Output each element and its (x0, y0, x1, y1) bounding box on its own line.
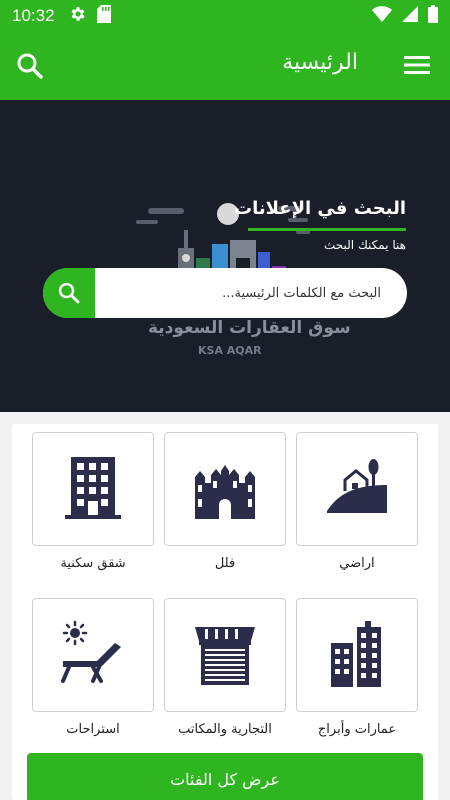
towers-icon (331, 621, 381, 687)
shop-icon (195, 627, 255, 685)
search-submit-button[interactable] (43, 268, 95, 318)
hamburger-menu-icon[interactable] (404, 54, 430, 76)
category-card[interactable] (164, 432, 286, 546)
land-icon (327, 459, 387, 513)
category-card[interactable] (296, 598, 418, 712)
category-card[interactable] (32, 432, 154, 546)
category-label: عمارات وأبراج (317, 722, 397, 737)
status-bar: 10:32 (0, 0, 450, 32)
category-label: فلل (214, 556, 236, 571)
wifi-icon (372, 6, 392, 26)
category-towers[interactable]: عمارات وأبراج (296, 598, 418, 737)
category-villas[interactable]: فلل (164, 432, 286, 571)
lounge-chair-icon (61, 620, 121, 683)
search-icon[interactable] (14, 50, 46, 82)
categories-panel: اراضي فلل شقق سكنية عمارات وأبراج التجار… (12, 424, 438, 800)
category-card[interactable] (164, 598, 286, 712)
battery-icon (428, 5, 438, 27)
category-label: اراضي (339, 556, 375, 571)
category-land[interactable]: اراضي (296, 432, 418, 571)
category-commercial[interactable]: التجارية والمكاتب (164, 598, 286, 737)
villa-icon (195, 465, 255, 519)
gear-icon (69, 5, 87, 27)
apartment-building-icon (65, 457, 121, 519)
search-input[interactable] (95, 268, 407, 318)
category-apartments[interactable]: شقق سكنية (32, 432, 154, 571)
category-card[interactable] (32, 598, 154, 712)
category-label: شقق سكنية (60, 556, 126, 571)
hero-title: البحث في الإعلانات (234, 198, 406, 219)
search-icon (58, 282, 80, 304)
category-label: التجارية والمكاتب (178, 722, 272, 737)
hero-subtitle: هنا يمكنك البحث (323, 238, 406, 252)
category-rest-houses[interactable]: استراحات (32, 598, 154, 737)
brand-name-arabic: سوق العقارات السعودية (148, 318, 351, 338)
search-bar (43, 268, 407, 318)
status-time: 10:32 (12, 6, 55, 25)
hero-title-underline (248, 228, 406, 231)
page-title: الرئيسية (282, 50, 358, 75)
hero-banner: البحث في الإعلانات هنا يمكنك البحث سوق ا… (0, 100, 450, 412)
app-bar: الرئيسية (0, 32, 450, 100)
signal-icon (402, 6, 418, 26)
brand-name-english: KSA AQAR (198, 344, 262, 357)
show-all-categories-button[interactable]: عرض كل الفئات (27, 753, 423, 800)
category-card[interactable] (296, 432, 418, 546)
sd-card-icon (96, 5, 111, 27)
category-label: استراحات (66, 722, 120, 737)
